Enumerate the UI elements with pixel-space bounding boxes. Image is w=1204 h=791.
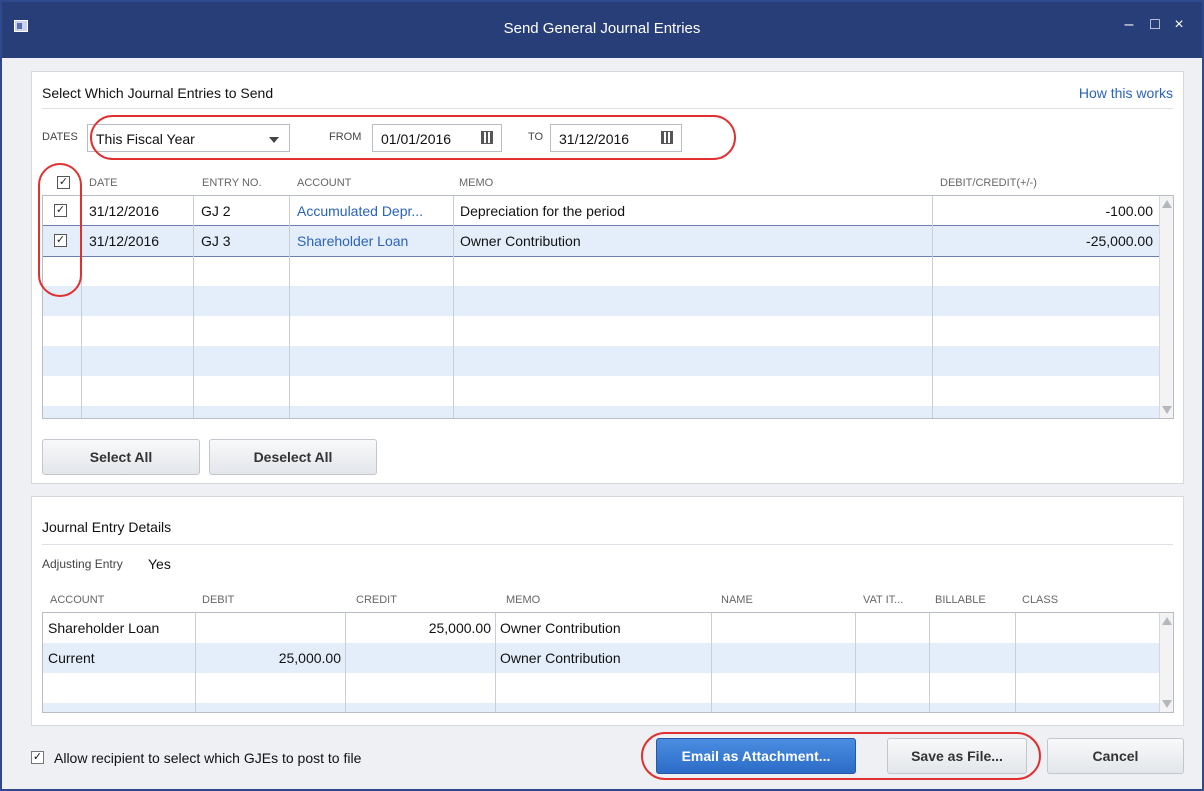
- select-all-button[interactable]: Select All: [42, 439, 200, 475]
- table-row[interactable]: Shareholder Loan 25,000.00 Owner Contrib…: [43, 613, 1160, 643]
- empty-row: [43, 406, 1160, 418]
- detail-header-debit: DEBIT: [202, 594, 235, 606]
- column-divider: [932, 196, 933, 418]
- row-entry-no: GJ 2: [201, 203, 231, 219]
- row-checkbox[interactable]: ✓: [54, 204, 67, 217]
- column-divider: [193, 196, 194, 418]
- row-amount: -100.00: [1105, 203, 1153, 219]
- empty-row: [43, 346, 1160, 376]
- from-date-value: 01/01/2016: [381, 131, 452, 147]
- select-entries-panel: Select Which Journal Entries to Send How…: [31, 71, 1184, 484]
- empty-row: [43, 256, 1160, 286]
- dates-dropdown-value: This Fiscal Year: [96, 131, 195, 147]
- details-section-title: Journal Entry Details: [42, 519, 172, 535]
- column-divider: [855, 613, 856, 712]
- column-header-debit-credit: DEBIT/CREDIT(+/-): [940, 177, 1037, 189]
- entries-scrollbar[interactable]: [1159, 196, 1173, 418]
- detail-header-account: ACCOUNT: [50, 594, 105, 606]
- row-memo: Owner Contribution: [460, 233, 581, 249]
- cancel-button[interactable]: Cancel: [1047, 738, 1184, 774]
- detail-memo: Owner Contribution: [500, 620, 621, 636]
- dates-dropdown[interactable]: This Fiscal Year: [87, 124, 290, 152]
- details-scrollbar[interactable]: [1159, 613, 1173, 712]
- row-checkbox[interactable]: ✓: [54, 234, 67, 247]
- select-all-checkbox[interactable]: ✓: [57, 176, 70, 189]
- scroll-down-icon[interactable]: [1162, 700, 1172, 708]
- title-bar[interactable]: Send General Journal Entries – □ ×: [2, 2, 1202, 58]
- detail-account: Shareholder Loan: [48, 620, 160, 636]
- empty-row: [43, 673, 1160, 703]
- column-divider: [345, 613, 346, 712]
- detail-header-name: NAME: [721, 594, 753, 606]
- table-row[interactable]: ✓ 31/12/2016 GJ 3 Shareholder Loan Owner…: [43, 225, 1161, 257]
- column-header-entry-no: ENTRY NO.: [202, 177, 262, 189]
- column-divider: [495, 613, 496, 712]
- from-label: FROM: [329, 131, 362, 143]
- table-row[interactable]: ✓ 31/12/2016 GJ 2 Accumulated Depr... De…: [43, 196, 1160, 226]
- column-header-date: DATE: [89, 177, 118, 189]
- row-account-link[interactable]: Accumulated Depr...: [297, 203, 451, 219]
- from-date-field[interactable]: 01/01/2016: [372, 124, 502, 152]
- entries-grid: ✓ 31/12/2016 GJ 2 Accumulated Depr... De…: [42, 195, 1174, 419]
- minimize-button[interactable]: –: [1120, 16, 1138, 34]
- window-title: Send General Journal Entries: [503, 20, 701, 37]
- empty-row: [43, 703, 1160, 712]
- column-divider: [195, 613, 196, 712]
- column-divider: [289, 196, 290, 418]
- dates-label: DATES: [42, 131, 78, 143]
- deselect-all-button[interactable]: Deselect All: [209, 439, 377, 475]
- allow-recipient-checkbox[interactable]: ✓: [31, 751, 44, 764]
- row-account-link[interactable]: Shareholder Loan: [297, 233, 451, 249]
- journal-entry-details-panel: Journal Entry Details Adjusting Entry Ye…: [31, 496, 1184, 726]
- select-section-title: Select Which Journal Entries to Send: [42, 85, 274, 101]
- row-memo: Depreciation for the period: [460, 203, 625, 219]
- column-divider: [711, 613, 712, 712]
- column-divider: [81, 196, 82, 418]
- detail-credit: 25,000.00: [428, 620, 491, 636]
- section-divider: [42, 108, 1173, 109]
- column-header-memo: MEMO: [459, 177, 494, 189]
- row-entry-no: GJ 3: [201, 233, 231, 249]
- scroll-up-icon[interactable]: [1162, 200, 1172, 208]
- maximize-button[interactable]: □: [1146, 16, 1164, 34]
- to-date-value: 31/12/2016: [559, 131, 630, 147]
- adjusting-entry-value: Yes: [148, 556, 171, 572]
- scroll-down-icon[interactable]: [1162, 406, 1172, 414]
- detail-memo: Owner Contribution: [500, 650, 621, 666]
- detail-header-credit: CREDIT: [356, 594, 397, 606]
- adjusting-entry-label: Adjusting Entry: [42, 557, 123, 571]
- column-header-account: ACCOUNT: [297, 177, 352, 189]
- to-date-field[interactable]: 31/12/2016: [550, 124, 682, 152]
- calendar-icon[interactable]: [661, 131, 673, 144]
- email-as-attachment-button[interactable]: Email as Attachment...: [656, 738, 856, 774]
- column-divider: [1015, 613, 1016, 712]
- chevron-down-icon: [269, 137, 279, 143]
- detail-header-vat-item: VAT IT...: [863, 594, 904, 606]
- detail-header-billable: BILLABLE: [935, 594, 986, 606]
- allow-recipient-label: Allow recipient to select which GJEs to …: [54, 750, 362, 766]
- section-divider: [42, 544, 1173, 545]
- detail-header-class: CLASS: [1022, 594, 1059, 606]
- save-as-file-button[interactable]: Save as File...: [887, 738, 1027, 774]
- detail-debit: 25,000.00: [278, 650, 341, 666]
- row-date: 31/12/2016: [89, 203, 160, 219]
- detail-header-memo: MEMO: [506, 594, 541, 606]
- row-date: 31/12/2016: [89, 233, 160, 249]
- calendar-icon[interactable]: [481, 131, 493, 144]
- detail-account: Current: [48, 650, 95, 666]
- column-divider: [453, 196, 454, 418]
- table-row[interactable]: Current 25,000.00 Owner Contribution: [43, 643, 1160, 673]
- empty-row: [43, 286, 1160, 316]
- close-button[interactable]: ×: [1170, 16, 1188, 34]
- empty-row: [43, 316, 1160, 346]
- scroll-up-icon[interactable]: [1162, 617, 1172, 625]
- row-amount: -25,000.00: [1086, 233, 1153, 249]
- details-grid: Shareholder Loan 25,000.00 Owner Contrib…: [42, 612, 1174, 713]
- column-divider: [929, 613, 930, 712]
- how-this-works-link[interactable]: How this works: [1079, 85, 1173, 101]
- empty-row: [43, 376, 1160, 406]
- to-label: TO: [528, 131, 544, 143]
